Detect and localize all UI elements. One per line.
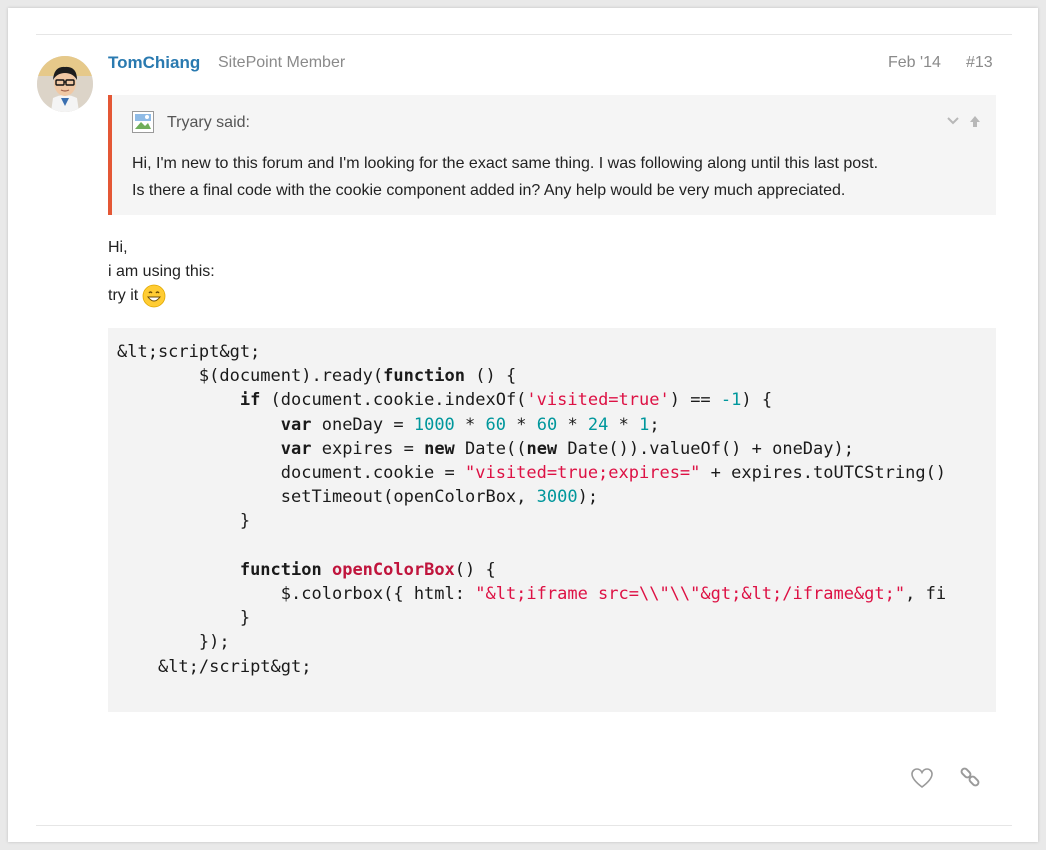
code-line: &lt;/script&gt; — [157, 656, 312, 677]
post-date[interactable]: Feb '14 — [888, 54, 941, 72]
code-text: $.colorbox({ html: — [280, 584, 476, 605]
quote-controls — [946, 114, 982, 131]
quote-block: Tryary said: Hi, I'm new to this forum a… — [108, 95, 996, 215]
code-text: Date(( — [454, 438, 527, 459]
code-text: + expires.toUTCString() — [700, 463, 947, 484]
top-divider — [36, 34, 1012, 35]
code-content: &lt;script&gt; $(document).ready(functio… — [117, 342, 947, 677]
code-text: setTimeout(openColorBox, — [280, 487, 537, 508]
reply-body: Hi, i am using this: try it — [108, 236, 215, 308]
grinning-face-emoji — [142, 284, 166, 308]
code-number: 60 — [485, 414, 506, 435]
quote-author: Tryary said: — [167, 114, 250, 131]
code-text: ) == — [669, 390, 721, 411]
like-button[interactable] — [908, 766, 936, 794]
code-text: document.cookie = — [280, 463, 465, 484]
code-keyword: function — [239, 559, 322, 580]
chevron-down-icon[interactable] — [946, 114, 960, 131]
code-number: 3000 — [536, 487, 578, 508]
bottom-divider — [36, 825, 1012, 826]
broken-image-icon — [132, 111, 154, 133]
code-text: Date()).valueOf() + oneDay); — [557, 438, 854, 459]
code-text: () { — [465, 366, 517, 387]
code-text: expires = — [311, 438, 425, 459]
code-number: -1 — [720, 390, 742, 411]
code-number: 24 — [587, 414, 609, 435]
post-number[interactable]: #13 — [966, 54, 993, 72]
code-text: () { — [454, 559, 496, 580]
user-title: SitePoint Member — [218, 54, 346, 71]
code-string: 'visited=true' — [526, 390, 670, 411]
code-keyword: function — [383, 366, 465, 387]
code-string: "&lt;iframe src=\\"\\"&gt;&lt;/iframe&gt… — [475, 584, 906, 605]
code-keyword: if — [239, 390, 261, 411]
arrow-up-icon[interactable] — [968, 114, 982, 131]
reply-line: Hi, — [108, 239, 128, 256]
code-line: }); — [198, 632, 230, 653]
avatar[interactable] — [37, 56, 93, 112]
code-function-name: openColorBox — [331, 559, 455, 580]
code-line: } — [239, 608, 251, 629]
code-keyword: new — [526, 438, 558, 459]
code-number: 1000 — [413, 414, 455, 435]
reply-line: i am using this: — [108, 263, 215, 280]
link-icon — [959, 767, 981, 794]
code-string: "visited=true;expires=" — [465, 463, 701, 484]
code-text: ); — [577, 487, 599, 508]
code-keyword: new — [424, 438, 455, 459]
heart-icon — [910, 767, 934, 794]
code-keyword: var — [280, 438, 312, 459]
reply-line-emoji: try it — [108, 284, 215, 308]
quote-text-line: Is there a final code with the cookie co… — [132, 182, 846, 199]
code-number: 1 — [639, 414, 650, 435]
code-block[interactable]: &lt;script&gt; $(document).ready(functio… — [108, 328, 996, 712]
share-link-button[interactable] — [956, 766, 984, 794]
code-line: &lt;script&gt; — [117, 342, 261, 362]
code-text: , fi — [905, 584, 947, 605]
quote-text-line: Hi, I'm new to this forum and I'm lookin… — [132, 155, 879, 172]
code-text: oneDay = — [311, 414, 414, 435]
username-link[interactable]: TomChiang — [108, 53, 200, 73]
code-text: ) { — [741, 390, 773, 411]
code-line: } — [239, 511, 251, 532]
code-number: 60 — [536, 414, 558, 435]
code-text: (document.cookie.indexOf( — [260, 390, 527, 411]
quote-text: Hi, I'm new to this forum and I'm lookin… — [132, 150, 992, 204]
code-keyword: var — [280, 414, 312, 435]
code-text: $(document).ready( — [117, 366, 384, 387]
post-card: TomChiang SitePoint Member Feb '14 #13 T… — [8, 8, 1038, 842]
reply-line: try it — [108, 287, 139, 305]
